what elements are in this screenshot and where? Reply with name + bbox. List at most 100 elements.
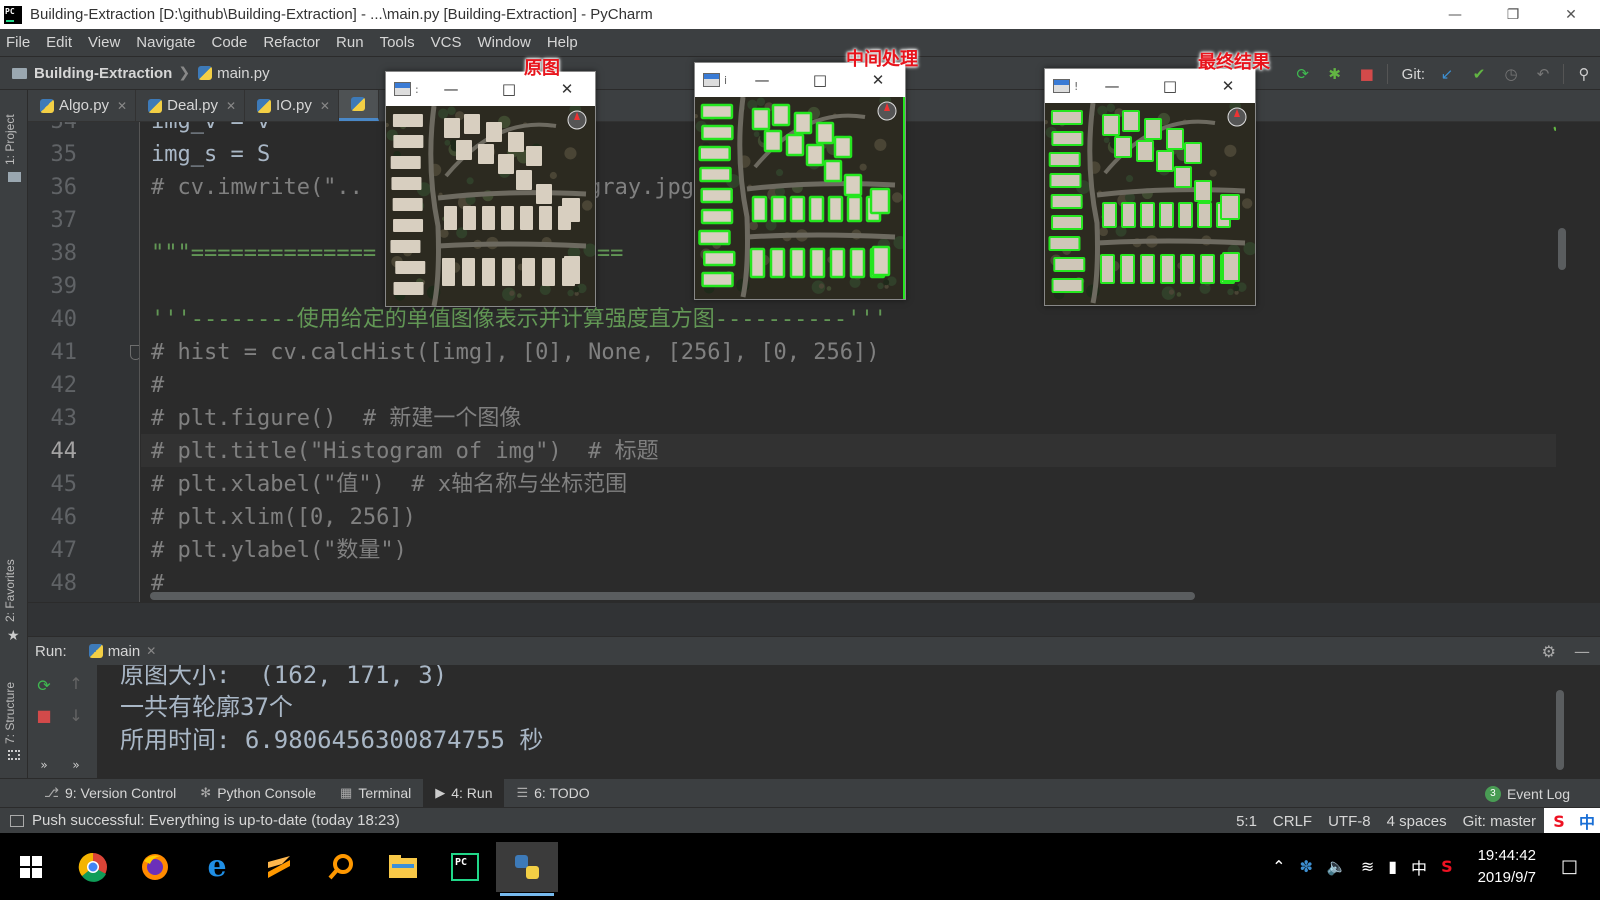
- rerun-icon[interactable]: ⟳: [1287, 57, 1319, 91]
- structure-tool-tab[interactable]: 7: Structure: [3, 682, 17, 744]
- menu-refactor[interactable]: Refactor: [263, 34, 320, 51]
- tab-run[interactable]: ▶ 4: Run: [423, 778, 505, 808]
- tray-language[interactable]: 中: [1411, 855, 1427, 879]
- tab-terminal[interactable]: ▦ Terminal: [328, 779, 423, 808]
- expand-more-icon[interactable]: »: [66, 755, 86, 775]
- close-tab-icon[interactable]: ✕: [117, 99, 127, 113]
- git-update-icon[interactable]: ↙: [1431, 57, 1463, 91]
- tab-label: 9: Version Control: [64, 785, 177, 801]
- tab-python-console[interactable]: ✻ Python Console: [188, 779, 328, 808]
- sublime-icon[interactable]: [248, 842, 310, 892]
- rerun-icon[interactable]: ⟳: [34, 675, 54, 695]
- minimize-icon[interactable]: —: [733, 63, 791, 97]
- menu-vcs[interactable]: VCS: [431, 34, 462, 51]
- git-commit-icon[interactable]: ✔: [1463, 57, 1495, 91]
- indent-setting[interactable]: 4 spaces: [1387, 813, 1447, 830]
- breadcrumb-project[interactable]: Building-Extraction: [34, 65, 172, 82]
- caret-position[interactable]: 5:1: [1236, 813, 1257, 830]
- image-window-original[interactable]: : — □ ✕: [385, 71, 596, 307]
- volume-muted-icon[interactable]: 🔈: [1327, 857, 1347, 876]
- line-number: 45: [50, 472, 78, 497]
- notification-icon[interactable]: □: [1561, 856, 1578, 877]
- maximize-icon[interactable]: □: [1141, 69, 1199, 103]
- sogou-ime-icon[interactable]: S: [1544, 808, 1574, 834]
- line-separator[interactable]: CRLF: [1273, 813, 1312, 830]
- menu-tools[interactable]: Tools: [380, 34, 415, 51]
- battery-icon[interactable]: ▮: [1388, 857, 1397, 876]
- console-scrollbar[interactable]: [1556, 690, 1564, 770]
- python-taskbar-icon[interactable]: [496, 841, 558, 896]
- stop-icon[interactable]: ■: [1351, 57, 1383, 91]
- code-fold-icon[interactable]: [130, 345, 139, 360]
- restore-icon[interactable]: ❐: [1484, 0, 1542, 29]
- clock-time: 19:44:42: [1477, 846, 1536, 864]
- expand-more-icon[interactable]: »: [34, 755, 54, 775]
- menu-window[interactable]: Window: [477, 34, 530, 51]
- run-tab-label: main: [107, 642, 141, 660]
- tab-todo[interactable]: ☰ 6: TODO: [504, 779, 601, 808]
- menu-run[interactable]: Run: [336, 34, 364, 51]
- scroll-down-icon[interactable]: ↓: [66, 705, 86, 725]
- start-button[interactable]: [0, 842, 62, 892]
- run-console-output[interactable]: 原图大小: (162, 171, 3) 一共有轮廓37个 所用时间: 6.980…: [98, 665, 1600, 778]
- sogou-tray-icon[interactable]: S: [1441, 857, 1453, 876]
- chrome-icon[interactable]: [62, 842, 124, 892]
- event-log-button[interactable]: 3 Event Log: [1484, 779, 1570, 808]
- tab-version-control[interactable]: ⎇ 9: Version Control: [32, 779, 188, 808]
- python-file-icon: [350, 97, 365, 111]
- editor-horizontal-scrollbar[interactable]: [150, 592, 1195, 600]
- bluetooth-icon[interactable]: ✽: [1300, 857, 1313, 876]
- tab-deal[interactable]: Deal.py ✕: [136, 90, 246, 121]
- close-icon[interactable]: ✕: [1199, 69, 1257, 103]
- settings-gear-icon[interactable]: ⚙: [1542, 642, 1556, 661]
- git-history-icon[interactable]: ◷: [1495, 57, 1527, 91]
- image-window-final[interactable]: ! — □ ✕: [1044, 68, 1256, 306]
- status-window-icon[interactable]: [10, 814, 24, 827]
- search-icon[interactable]: ⚲: [1568, 57, 1600, 91]
- window-app-icon: [1053, 79, 1070, 93]
- git-rollback-icon[interactable]: ↶: [1527, 57, 1559, 91]
- pycharm-taskbar-icon[interactable]: PC: [434, 842, 496, 892]
- git-branch[interactable]: Git: master: [1463, 813, 1536, 830]
- ime-language[interactable]: 中: [1574, 808, 1600, 834]
- breadcrumb-file[interactable]: main.py: [217, 65, 270, 82]
- run-tab-main[interactable]: main ✕: [88, 642, 156, 660]
- wifi-icon[interactable]: ≋: [1361, 857, 1374, 876]
- project-tool-tab[interactable]: 1: Project: [3, 114, 17, 165]
- menu-code[interactable]: Code: [211, 34, 247, 51]
- menu-help[interactable]: Help: [547, 34, 578, 51]
- chevron-up-icon[interactable]: ⌃: [1272, 857, 1285, 876]
- python-file-icon: [40, 98, 54, 113]
- tab-io[interactable]: IO.py ✕: [245, 90, 339, 121]
- close-tab-icon[interactable]: ✕: [226, 99, 236, 113]
- edge-icon[interactable]: e: [186, 842, 248, 892]
- hide-panel-icon[interactable]: —: [1574, 642, 1590, 661]
- scroll-up-icon[interactable]: ↑: [66, 673, 86, 693]
- file-encoding[interactable]: UTF-8: [1328, 813, 1371, 830]
- code-line: img_v = v: [151, 122, 270, 138]
- favorites-tool-tab[interactable]: 2: Favorites: [3, 559, 17, 622]
- close-icon[interactable]: ✕: [1542, 0, 1600, 29]
- file-explorer-icon[interactable]: [372, 842, 434, 892]
- menu-edit[interactable]: Edit: [46, 34, 72, 51]
- minimize-icon[interactable]: —: [1426, 0, 1484, 29]
- minimize-icon[interactable]: —: [422, 72, 480, 106]
- menu-navigate[interactable]: Navigate: [136, 34, 195, 51]
- menu-file[interactable]: File: [6, 34, 30, 51]
- tab-algo[interactable]: Algo.py ✕: [28, 90, 137, 121]
- close-run-tab-icon[interactable]: ✕: [146, 644, 156, 658]
- firefox-icon[interactable]: [124, 842, 186, 892]
- search-tool-icon[interactable]: [310, 842, 372, 892]
- debug-icon[interactable]: ✱: [1319, 57, 1351, 91]
- clock[interactable]: 19:44:42 2019/9/7: [1478, 845, 1536, 889]
- stop-icon[interactable]: ■: [34, 705, 54, 725]
- maximize-icon[interactable]: □: [791, 63, 849, 97]
- image-window-intermediate[interactable]: i — □ ✕: [694, 62, 906, 300]
- editor-scroll-thumb[interactable]: [1558, 228, 1566, 270]
- menu-view[interactable]: View: [88, 34, 120, 51]
- editor-vertical-scrollbar[interactable]: [1556, 122, 1572, 602]
- tab-main[interactable]: [338, 90, 379, 121]
- close-tab-icon[interactable]: ✕: [320, 99, 330, 113]
- system-tray: ⌃ ✽ 🔈 ≋ ▮ 中 S 19:44:42 2019/9/7 □: [1265, 833, 1600, 900]
- minimize-icon[interactable]: —: [1083, 69, 1141, 103]
